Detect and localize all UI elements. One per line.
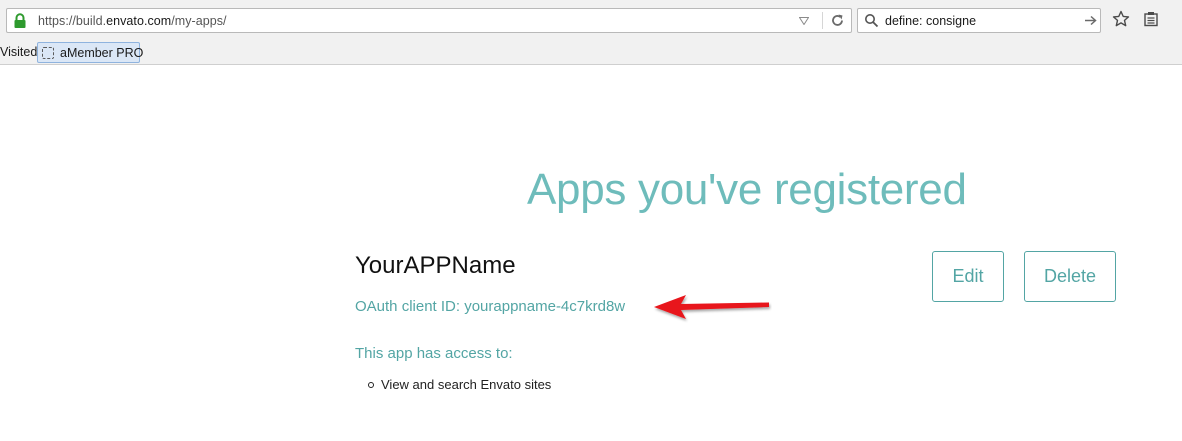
annotation-arrow-icon xyxy=(654,295,769,319)
permission-list: View and search Envato sites xyxy=(368,377,551,392)
bookmark-visited[interactable]: Visited xyxy=(0,45,37,59)
search-bar[interactable]: define: consigne xyxy=(857,8,1101,33)
bookmarks-icon[interactable] xyxy=(1143,11,1159,27)
bookmark-label: aMember PRO xyxy=(60,46,144,60)
delete-button[interactable]: Delete xyxy=(1024,251,1116,302)
edit-button[interactable]: Edit xyxy=(932,251,1004,302)
app-name: YourAPPName xyxy=(355,252,516,279)
list-item: View and search Envato sites xyxy=(368,377,551,392)
search-icon xyxy=(865,14,879,28)
bookmarks-bar: Visited aMember PRO xyxy=(0,40,1182,65)
go-arrow-icon[interactable] xyxy=(1084,14,1097,27)
page-title: Apps you've registered xyxy=(527,165,967,214)
permission-label: View and search Envato sites xyxy=(381,377,552,392)
bullet-icon xyxy=(368,382,374,388)
reload-icon[interactable] xyxy=(830,13,845,28)
bookmark-amember-pro[interactable]: aMember PRO xyxy=(37,42,144,63)
address-bar[interactable]: https://build.envato.com/my-apps/ xyxy=(6,8,852,33)
access-heading: This app has access to: xyxy=(355,345,513,362)
oauth-client-id: OAuth client ID: yourappname-4c7krd8w xyxy=(355,298,626,315)
folder-icon xyxy=(42,47,54,59)
search-input[interactable]: define: consigne xyxy=(885,14,976,28)
star-icon[interactable] xyxy=(1112,10,1130,28)
url-separator xyxy=(822,12,823,29)
url-text[interactable]: https://build.envato.com/my-apps/ xyxy=(38,14,227,28)
dropdown-arrow-icon[interactable] xyxy=(799,17,809,25)
lock-icon xyxy=(14,13,26,28)
browser-toolbar: https://build.envato.com/my-apps/ define… xyxy=(0,0,1182,40)
